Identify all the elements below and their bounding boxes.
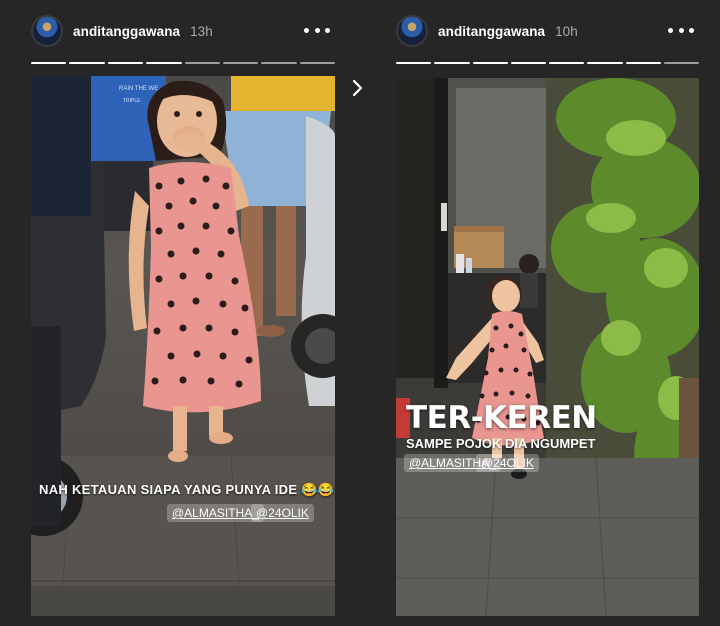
username[interactable]: anditanggawana: [438, 24, 545, 39]
story-photo-1: RAIN THE WE TRIPLE: [31, 76, 335, 616]
more-options-icon[interactable]: [668, 20, 694, 40]
story-photo-2: [396, 78, 699, 616]
story-progress-bar: [396, 62, 699, 64]
story-subheadline: SAMPE POJOK DIA NGUMPET: [406, 436, 596, 451]
story-frame-1[interactable]: RAIN THE WE TRIPLE NAH KETAUAN SIAPA YAN…: [31, 76, 335, 616]
user-avatar-icon[interactable]: [31, 15, 63, 47]
mention-tag[interactable]: @ALMASITHA_: [167, 504, 264, 522]
story-caption: NAH KETAUAN SIAPA YANG PUNYA IDE 😂😂😂: [39, 482, 335, 497]
mention-tag[interactable]: @24OLIK: [476, 454, 539, 472]
shirt-text-2: TRIPLE: [123, 98, 141, 104]
timestamp: 13h: [190, 23, 213, 39]
user-avatar-icon[interactable]: [396, 15, 428, 47]
story-headline: TER-KEREN: [406, 400, 597, 436]
more-options-icon[interactable]: [304, 20, 330, 40]
story-frame-2[interactable]: TER-KEREN SAMPE POJOK DIA NGUMPET @ALMAS…: [396, 78, 699, 616]
timestamp: 10h: [555, 23, 578, 39]
story-progress-bar: [31, 62, 335, 64]
chevron-right-icon[interactable]: [350, 78, 366, 98]
mention-tag[interactable]: @24OLIK: [251, 504, 314, 522]
story-header-1: anditanggawana 13h: [31, 0, 213, 62]
shirt-text-1: RAIN THE WE: [119, 86, 158, 92]
username[interactable]: anditanggawana: [73, 24, 180, 39]
story-header-2: anditanggawana 10h: [396, 0, 578, 62]
